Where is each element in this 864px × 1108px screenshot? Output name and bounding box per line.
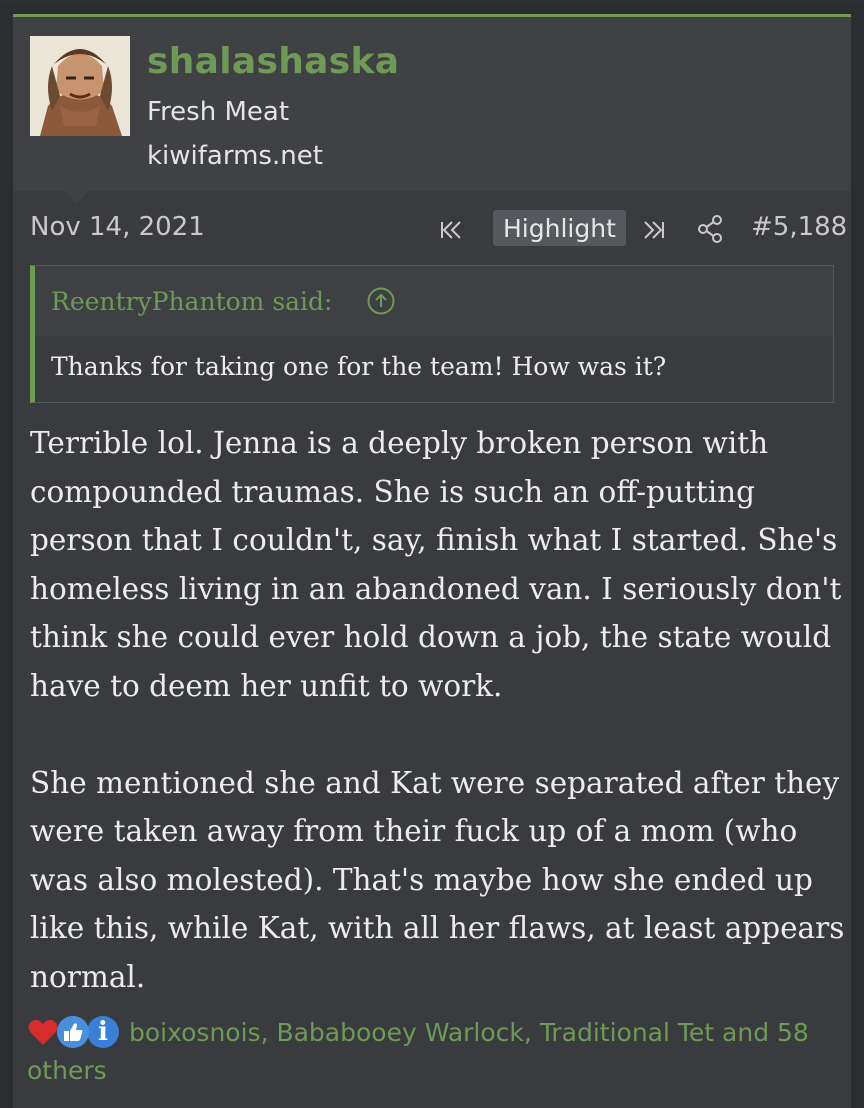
heart-icon — [28, 1019, 58, 1045]
thumbs-up-icon — [57, 1016, 89, 1048]
top-strip — [0, 0, 864, 4]
share-icon[interactable] — [696, 214, 724, 244]
double-chevron-right-icon[interactable] — [639, 216, 667, 244]
post-date[interactable]: Nov 14, 2021 — [30, 212, 205, 242]
username[interactable]: shalashaska — [147, 41, 399, 82]
quote-text: Thanks for taking one for the team! How … — [51, 352, 667, 381]
post-paragraph: Terrible lol. Jenna is a deeply broken p… — [30, 426, 842, 703]
reaction-icons[interactable]: i — [27, 1014, 127, 1050]
info-icon: i — [87, 1016, 119, 1048]
user-site: kiwifarms.net — [147, 141, 323, 171]
user-title: Fresh Meat — [147, 97, 290, 127]
post-meta: Nov 14, 2021 Highlight #5,188 — [13, 210, 851, 254]
post-paragraph: She mentioned she and Kat were separated… — [30, 765, 845, 994]
quote-author[interactable]: ReentryPhantom said: — [51, 287, 332, 316]
highlight-button[interactable]: Highlight — [493, 210, 626, 246]
double-chevron-left-icon[interactable] — [438, 216, 466, 244]
post: shalashaska Fresh Meat kiwifarms.net Nov… — [13, 14, 851, 1108]
post-number[interactable]: #5,188 — [751, 212, 847, 242]
avatar-portrait-icon — [30, 36, 130, 136]
post-body: Terrible lol. Jenna is a deeply broken p… — [30, 419, 846, 1001]
avatar[interactable] — [30, 36, 130, 136]
reactions-list[interactable]: boixosnois, Bababooey Warlock, Tradition… — [27, 1014, 835, 1090]
user-block-notch — [65, 191, 89, 203]
quote-block: ReentryPhantom said: Thanks for taking o… — [30, 265, 834, 403]
arrow-up-circle-icon[interactable] — [366, 286, 396, 316]
user-block: shalashaska Fresh Meat kiwifarms.net — [13, 17, 851, 191]
quote-header: ReentryPhantom said: — [35, 266, 833, 336]
